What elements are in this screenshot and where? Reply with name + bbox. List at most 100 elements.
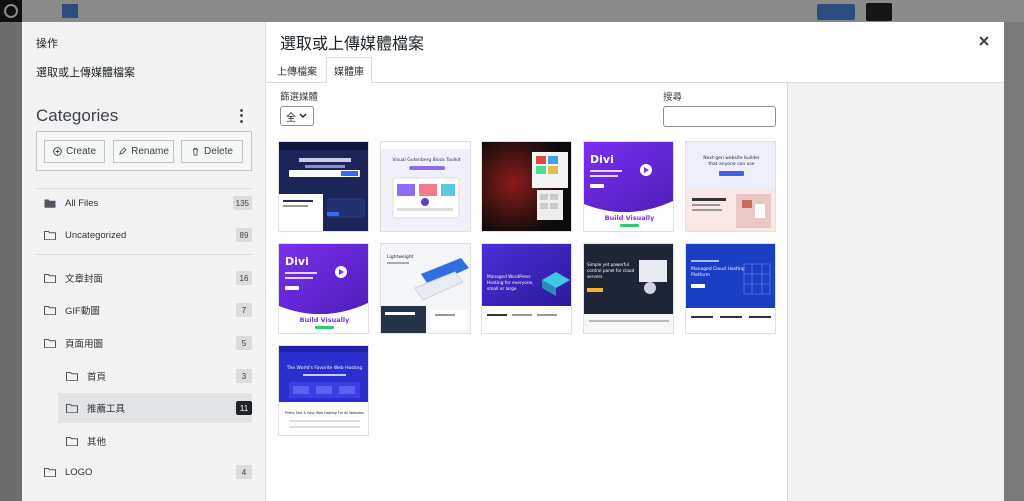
folder-filled-icon: [44, 199, 56, 208]
add-block-button: [62, 4, 78, 18]
media-main: 選取或上傳媒體檔案 上傳檔案 媒體庫 篩選媒體 全 搜尋 Visual Gute…: [266, 22, 1004, 501]
actions-heading: 操作: [36, 38, 58, 50]
tab-bar: 上傳檔案 媒體庫: [266, 57, 1004, 84]
category-count-badge: 4: [236, 465, 252, 479]
thumb-black-red-design: [482, 142, 571, 231]
attachment-details-panel: [787, 83, 1004, 501]
category-count-badge: 16: [236, 271, 252, 285]
media-modal: 操作 選取或上傳媒體檔案 Categories Create Rename De…: [22, 22, 1004, 501]
media-thumb-1[interactable]: [278, 141, 369, 232]
thumb-2-caption: Visual Gutenberg Block Toolkit: [392, 157, 460, 163]
separator: [36, 254, 252, 255]
media-thumb-10[interactable]: Managed Cloud Hosting Platform: [685, 243, 776, 334]
media-thumb-3[interactable]: [481, 141, 572, 232]
category-count-badge: 11: [236, 401, 252, 415]
trash-icon: [192, 147, 199, 156]
media-thumb-4[interactable]: Divi Build Visually: [583, 141, 674, 232]
media-thumb-7[interactable]: Lightweight: [380, 243, 471, 334]
category-item[interactable]: All Files 135: [36, 188, 252, 218]
category-item[interactable]: 其他: [58, 426, 252, 456]
thumb-divi-purple-2: Divi Build Visually: [279, 244, 368, 333]
delete-button[interactable]: Delete: [181, 140, 243, 163]
tab-upload-files[interactable]: 上傳檔案: [274, 57, 320, 83]
wordpress-logo-icon: [0, 0, 22, 22]
category-label: LOGO: [65, 466, 93, 478]
media-thumb-2[interactable]: Visual Gutenberg Block Toolkit: [380, 141, 471, 232]
create-button[interactable]: Create: [44, 140, 105, 163]
thumb-web-hosting: The World's Favorite Web Hosting Pretty …: [279, 346, 368, 435]
menu-item-select-upload[interactable]: 選取或上傳媒體檔案: [36, 64, 135, 80]
thumb-5-heading-2: that anyone can use: [708, 161, 754, 167]
thumb-cloud-panel: Simple yet powerful control panel for cl…: [584, 244, 673, 333]
more-options-icon[interactable]: [235, 108, 247, 124]
media-thumb-9[interactable]: Simple yet powerful control panel for cl…: [583, 243, 674, 334]
create-button-label: Create: [65, 146, 96, 157]
delete-button-label: Delete: [204, 146, 233, 157]
media-thumb-6[interactable]: Divi Build Visually: [278, 243, 369, 334]
pencil-icon: [119, 147, 127, 155]
category-item[interactable]: 文章封面 16: [36, 263, 252, 293]
folder-icon: [66, 404, 78, 413]
settings-gear-icon: [866, 3, 892, 21]
filter-label: 篩選媒體: [280, 92, 319, 103]
folder-icon: [44, 339, 56, 348]
thumb-4-title: Divi: [590, 153, 614, 166]
category-item[interactable]: GIF動圖 7: [36, 295, 252, 325]
category-label: 其他: [87, 437, 107, 448]
thumb-8-line-3: small or large: [487, 286, 517, 292]
rename-button[interactable]: Rename: [113, 140, 174, 163]
category-item[interactable]: LOGO 4: [36, 457, 252, 487]
close-icon[interactable]: [977, 34, 991, 48]
search-label: 搜尋: [663, 92, 683, 103]
category-item[interactable]: 首頁 3: [58, 361, 252, 391]
thumb-10-line-1: Managed Cloud Hosting: [691, 266, 745, 272]
category-count-badge: 135: [232, 196, 252, 210]
thumb-divi-purple: Divi Build Visually: [584, 142, 673, 231]
media-thumb-11[interactable]: The World's Favorite Web Hosting Pretty …: [278, 345, 369, 436]
category-label: GIF動圖: [65, 306, 100, 317]
folder-icon: [44, 231, 56, 240]
thumb-visual-builder-toolkit: Visual Gutenberg Block Toolkit: [381, 142, 470, 231]
category-item[interactable]: 頁面用圖 5: [36, 328, 252, 358]
search-input[interactable]: [663, 106, 776, 127]
plus-circle-icon: [53, 147, 62, 156]
tab-media-library[interactable]: 媒體庫: [326, 57, 372, 84]
chevron-down-icon: [299, 113, 307, 118]
thumb-dark-navy-hero: [279, 142, 368, 231]
media-sidebar: 操作 選取或上傳媒體檔案 Categories Create Rename De…: [22, 22, 266, 501]
category-label: Uncategorized: [65, 229, 127, 241]
thumb-6-title: Divi: [285, 255, 309, 268]
category-label: 首頁: [87, 372, 107, 383]
folder-icon: [44, 274, 56, 283]
media-filter-select[interactable]: 全: [280, 106, 314, 126]
thumb-lightweight-theme: Lightweight: [381, 244, 470, 333]
thumb-9-line-1: Simple yet powerful: [587, 262, 629, 267]
publish-button: [817, 4, 855, 20]
filter-selected-value: 全: [286, 112, 296, 124]
thumb-4-tagline: Build Visually: [605, 214, 655, 222]
thumb-6-tagline: Build Visually: [300, 316, 350, 324]
thumb-10-line-2: Platform: [691, 272, 710, 278]
category-item[interactable]: Uncategorized 89: [36, 220, 252, 250]
category-label: 頁面用圖: [65, 339, 104, 350]
category-label: 推薦工具: [87, 404, 126, 415]
category-label: 文章封面: [65, 274, 104, 285]
folder-icon: [66, 372, 78, 381]
category-item[interactable]: 推薦工具 11: [58, 393, 252, 423]
rename-button-label: Rename: [131, 146, 169, 157]
category-label: All Files: [65, 197, 99, 209]
media-thumb-5[interactable]: Next-gen website builder that anyone can…: [685, 141, 776, 232]
thumb-9-line-2: control panel for cloud: [587, 268, 635, 273]
categories-title: Categories: [36, 106, 119, 125]
thumb-11-subheading: Pretty Fast & Easy Web Hosting For All W…: [285, 411, 364, 415]
folder-icon: [66, 437, 78, 446]
media-thumb-8[interactable]: Managed WordPress Hosting for everyone, …: [481, 243, 572, 334]
category-count-badge: 7: [236, 303, 252, 317]
folder-icon: [44, 468, 56, 477]
thumb-7-caption: Lightweight: [387, 254, 414, 260]
thumb-managed-wordpress: Managed WordPress Hosting for everyone, …: [482, 244, 571, 333]
thumb-8-line-1: Managed WordPress: [487, 274, 531, 280]
category-buttons: Create Rename Delete: [36, 131, 252, 171]
thumb-11-heading: The World's Favorite Web Hosting: [286, 365, 363, 371]
folder-icon: [44, 306, 56, 315]
